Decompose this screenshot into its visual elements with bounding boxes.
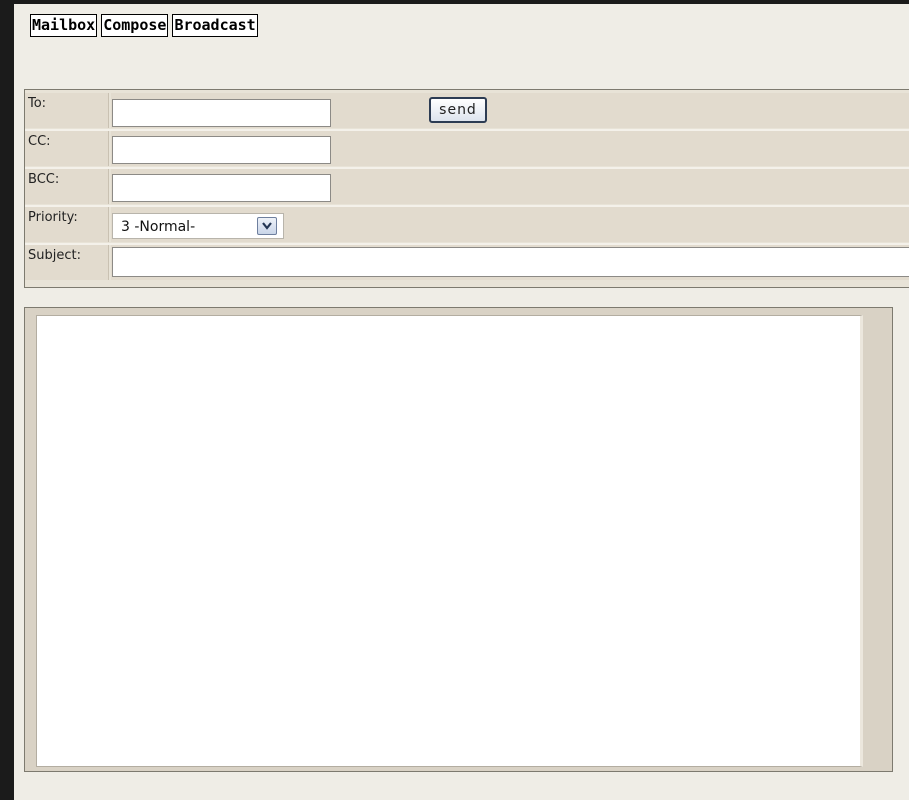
- mailbox-tab[interactable]: Mailbox: [30, 14, 98, 37]
- cc-label: CC:: [25, 131, 109, 166]
- to-row: To: send: [25, 93, 909, 128]
- priority-label: Priority:: [25, 207, 109, 242]
- priority-select[interactable]: 3 -Normal-: [112, 213, 284, 239]
- cc-field[interactable]: [112, 136, 331, 164]
- to-field[interactable]: [112, 99, 331, 127]
- subject-row: Subject:: [25, 245, 909, 280]
- top-navigation: Mailbox Compose Broadcast: [30, 14, 262, 40]
- cc-row: CC:: [25, 131, 909, 166]
- compose-tab[interactable]: Compose: [101, 14, 169, 37]
- bcc-field[interactable]: [112, 174, 331, 202]
- broadcast-tab[interactable]: Broadcast: [172, 14, 258, 37]
- to-label: To:: [25, 93, 109, 128]
- subject-field[interactable]: [112, 247, 909, 277]
- subject-label: Subject:: [25, 245, 109, 280]
- bcc-row: BCC:: [25, 169, 909, 204]
- chevron-down-icon[interactable]: [257, 217, 277, 235]
- message-body-textarea[interactable]: [36, 315, 863, 767]
- message-body-panel: [24, 307, 893, 772]
- send-button[interactable]: send: [429, 97, 487, 123]
- message-header-form: To: send CC: BCC: Priority: 3 -Normal- S…: [24, 89, 909, 288]
- compose-page: Mailbox Compose Broadcast To: send CC: BCC…: [14, 4, 909, 800]
- priority-row: Priority: 3 -Normal-: [25, 207, 909, 242]
- priority-selected-value: 3 -Normal-: [121, 219, 196, 235]
- bcc-label: BCC:: [25, 169, 109, 204]
